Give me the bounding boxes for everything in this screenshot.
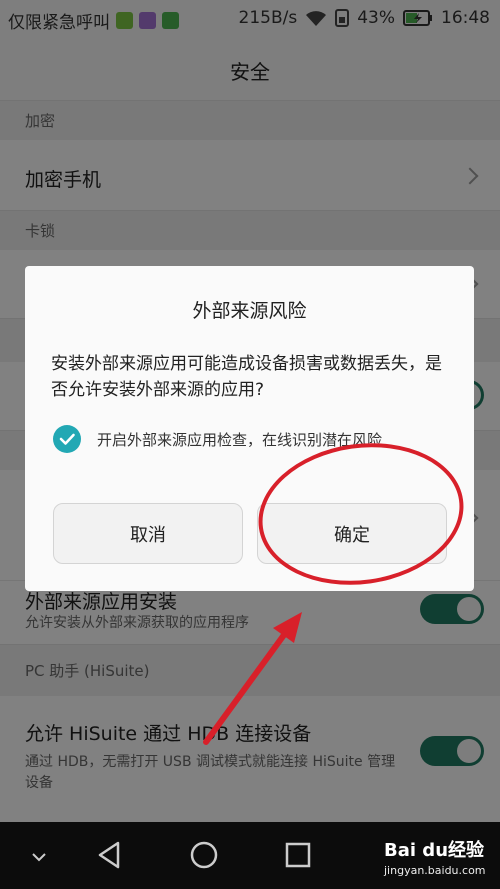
collapse-icon[interactable] (30, 848, 48, 867)
back-icon[interactable] (96, 840, 122, 874)
baidu-watermark: Bai du经验 jingyan.baidu.com (384, 834, 494, 884)
home-icon[interactable] (189, 840, 219, 874)
watermark-url: jingyan.baidu.com (384, 864, 486, 877)
annotation-arrow (203, 612, 302, 745)
watermark-brand: Bai du经验 (384, 840, 485, 861)
recents-icon[interactable] (285, 840, 311, 874)
